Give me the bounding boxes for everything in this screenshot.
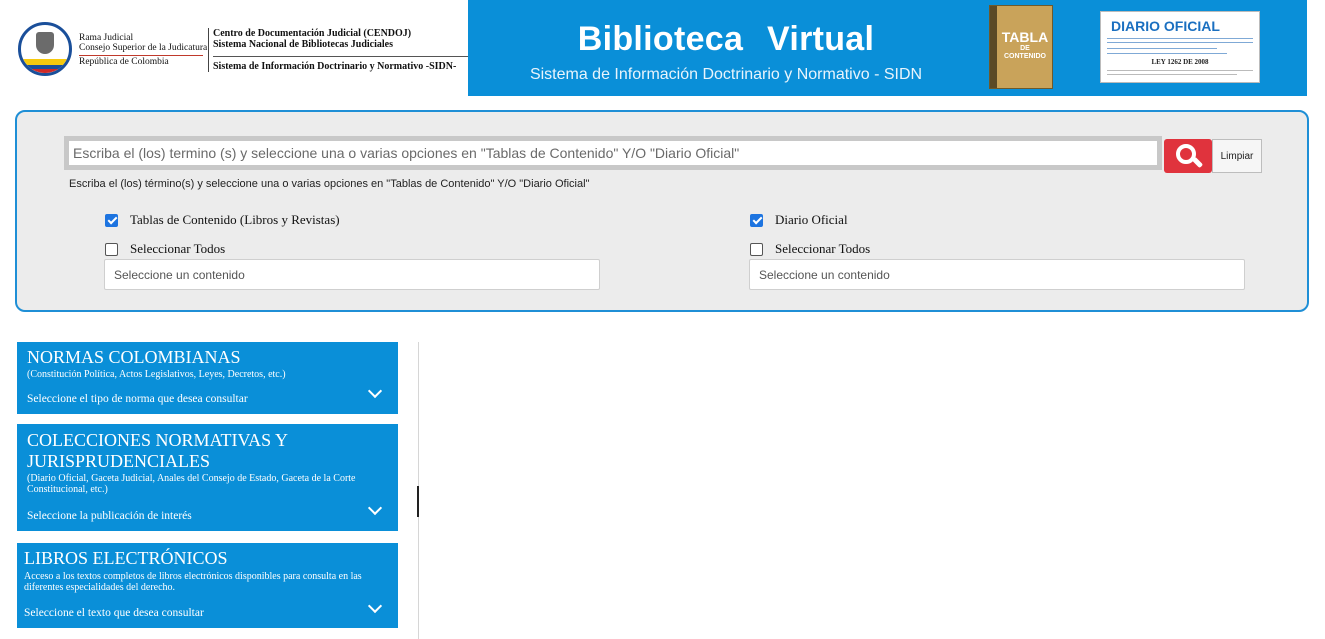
section-title: LIBROS ELECTRÓNICOS — [24, 548, 228, 568]
diario-thumbnail-ley: LEY 1262 DE 2008 — [1151, 58, 1209, 66]
tabla-book-contenido: CONTENIDO — [1004, 53, 1046, 60]
section-hint: Seleccione la publicación de interés — [27, 510, 192, 522]
tablas-select-all-checkbox[interactable] — [105, 242, 118, 256]
colombia-seal-icon — [18, 22, 72, 76]
page-title: Biblioteca Virtual — [577, 20, 875, 58]
tablas-select-all-label: Seleccionar Todos — [130, 241, 226, 256]
search-button[interactable] — [1164, 139, 1212, 173]
tablas-checkbox-row[interactable]: Tablas de Contenido (Libros y Revistas) — [105, 212, 340, 228]
tablas-checkbox[interactable] — [105, 213, 118, 227]
page-subtitle: Sistema de Información Doctrinario y Nor… — [529, 66, 923, 83]
tablas-checkbox-label: Tablas de Contenido (Libros y Revistas) — [130, 212, 340, 227]
diario-thumbnail-title: DIARIO OFICIAL — [1111, 18, 1220, 34]
chevron-down-icon[interactable] — [367, 383, 383, 399]
tabla-book-line-1: TABLA — [1001, 29, 1049, 45]
cendoj-line-2: Sistema Nacional de Bibliotecas Judicial… — [213, 39, 393, 50]
tablas-select-all-row[interactable]: Seleccionar Todos — [105, 241, 225, 257]
diario-oficial-thumbnail[interactable]: DIARIO OFICIAL LEY 1262 DE 2008 — [1100, 11, 1260, 83]
chevron-down-icon[interactable] — [367, 500, 383, 516]
tablas-content-select[interactable]: Seleccione un contenido — [104, 259, 600, 290]
cendoj-text: Centro de Documentación Judicial (CENDOJ… — [213, 28, 468, 72]
chevron-down-icon[interactable] — [367, 598, 383, 614]
search-input[interactable] — [64, 136, 1162, 170]
rama-line-1: Rama Judicial — [79, 33, 134, 43]
search-panel: Limpiar Escriba el (los) término(s) y se… — [15, 110, 1309, 312]
section-normas-colombianas[interactable]: NORMAS COLOMBIANAS (Constitución Polític… — [17, 342, 398, 414]
diario-content-select[interactable]: Seleccione un contenido — [749, 259, 1245, 290]
section-desc: Acceso a los textos completos de libros … — [24, 571, 362, 593]
rama-judicial-logo-text: Rama Judicial Consejo Superior de la Jud… — [79, 33, 207, 67]
diario-checkbox[interactable] — [750, 213, 763, 227]
diario-select-all-row[interactable]: Seleccionar Todos — [750, 241, 870, 257]
tabla-book-line-2: DE CONTENIDO — [999, 45, 1051, 61]
diario-select-all-checkbox[interactable] — [750, 242, 763, 256]
section-hint: Seleccione el texto que desea consultar — [24, 607, 204, 619]
section-title: COLECCIONES NORMATIVAS Y JURISPRUDENCIAL… — [27, 430, 288, 471]
section-title: NORMAS COLOMBIANAS — [27, 347, 241, 367]
clear-button[interactable]: Limpiar — [1212, 139, 1262, 173]
resize-handle[interactable] — [417, 486, 419, 517]
section-desc: (Diario Oficial, Gaceta Judicial, Anales… — [27, 473, 356, 495]
diario-checkbox-row[interactable]: Diario Oficial — [750, 212, 848, 228]
section-desc: (Constitución Política, Actos Legislativ… — [27, 369, 286, 380]
search-help-text: Escriba el (los) término(s) y seleccione… — [69, 178, 590, 190]
diario-select-all-label: Seleccionar Todos — [775, 241, 871, 256]
section-libros-electronicos[interactable]: LIBROS ELECTRÓNICOS Acceso a los textos … — [17, 543, 398, 628]
sidn-line: Sistema de Información Doctrinario y Nor… — [213, 56, 468, 72]
section-hint: Seleccione el tipo de norma que desea co… — [27, 393, 248, 405]
section-colecciones[interactable]: COLECCIONES NORMATIVAS Y JURISPRUDENCIAL… — [17, 424, 398, 531]
header-divider — [208, 28, 209, 72]
republica-line: República de Colombia — [79, 55, 203, 67]
diario-checkbox-label: Diario Oficial — [775, 212, 848, 227]
page-header: Rama Judicial Consejo Superior de la Jud… — [0, 0, 1325, 96]
biblioteca-banner: Biblioteca Virtual Sistema de Informació… — [468, 0, 1307, 96]
rama-line-2: Consejo Superior de la Judicatura — [79, 43, 208, 53]
tabla-de-contenido-book-icon[interactable]: TABLA DE CONTENIDO — [989, 5, 1053, 89]
cendoj-line-1: Centro de Documentación Judicial (CENDOJ… — [213, 28, 412, 39]
institution-banner: Rama Judicial Consejo Superior de la Jud… — [0, 0, 468, 96]
tabla-book-de: DE — [1020, 45, 1030, 52]
